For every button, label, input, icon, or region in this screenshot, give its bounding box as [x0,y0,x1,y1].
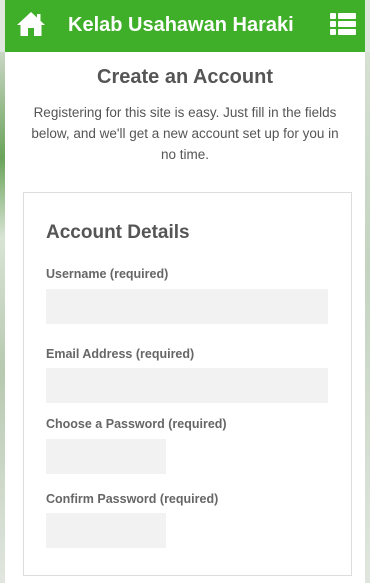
top-navigation-bar: Kelab Usahawan Haraki [5,0,365,52]
section-title: Account Details [46,222,190,243]
content-panel: Create an Account Registering for this s… [5,52,365,583]
page-title: Create an Account [97,66,273,88]
confirm-password-label: Confirm Password (required) [46,492,219,506]
password-label: Choose a Password (required) [46,417,227,431]
site-title[interactable]: Kelab Usahawan Haraki [68,12,294,38]
username-field[interactable] [46,289,328,324]
background-right-strip [365,52,370,583]
confirm-password-field[interactable] [46,513,166,548]
home-icon [16,11,46,42]
account-details-card: Account Details Username (required) Emai… [23,192,352,576]
menu-button[interactable] [329,12,357,40]
home-button[interactable] [15,10,47,42]
email-label: Email Address (required) [46,347,195,361]
username-label: Username (required) [46,267,169,281]
intro-text: Registering for this site is easy. Just … [31,105,339,162]
password-field[interactable] [46,439,166,474]
list-menu-icon [330,12,356,40]
email-field[interactable] [46,368,328,403]
